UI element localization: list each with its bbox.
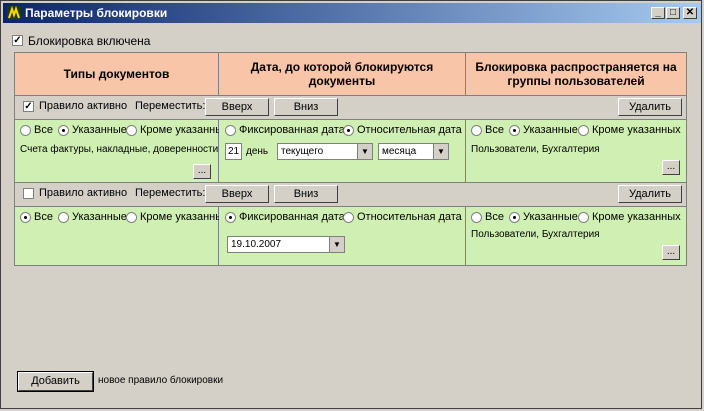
- rule-1-group-specified-label: Указанные: [523, 124, 578, 136]
- rule-2-group-specified-radio[interactable]: [509, 212, 520, 223]
- rule-2-groups-ellipsis-button[interactable]: ...: [662, 245, 680, 260]
- rule-2-down-button[interactable]: Вниз: [274, 185, 338, 203]
- rule-2-group-specified-label: Указанные: [523, 211, 578, 223]
- rule-1-period-select[interactable]: текущего ▼: [277, 143, 373, 160]
- title-bar: Параметры блокировки _ □ ✕: [3, 3, 701, 23]
- rule-2-toolbar: Правило активно Переместить: Вверх Вниз …: [15, 182, 686, 206]
- rule-2-fixed-date-radio[interactable]: [225, 212, 236, 223]
- rule-2-doc-all-radio[interactable]: [20, 212, 31, 223]
- rule-2-move-label: Переместить:: [135, 187, 206, 199]
- rule-2-doc-specified-radio[interactable]: [58, 212, 69, 223]
- rule-2-group-except-label: Кроме указанных: [592, 211, 681, 223]
- rule-2-active-label: Правило активно: [39, 187, 128, 199]
- rule-1-doc-specified-label: Указанные: [72, 124, 127, 136]
- rule-1-date-cell: Фиксированная дата Относительная дата 21…: [219, 119, 466, 182]
- blocking-enabled-checkbox[interactable]: ✓: [12, 35, 23, 46]
- chevron-down-icon: ▼: [357, 144, 372, 159]
- rule-1-group-specified-radio[interactable]: [509, 125, 520, 136]
- rule-1-day-label: день: [246, 146, 269, 157]
- rule-1-doc-types-text: Счета фактуры, накладные, доверенности.: [20, 144, 221, 155]
- rule-1-groups-ellipsis-button[interactable]: ...: [662, 160, 680, 175]
- rule-2-relative-date-label: Относительная дата: [357, 211, 462, 223]
- minimize-button[interactable]: _: [651, 7, 665, 19]
- chevron-down-icon: ▼: [433, 144, 448, 159]
- rule-2-groups-cell: Все Указанные Кроме указанных Пользовате…: [466, 206, 686, 265]
- rule-1-doc-types-ellipsis-button[interactable]: ...: [193, 164, 211, 179]
- rule-1-down-button[interactable]: Вниз: [274, 98, 338, 116]
- rule-1-groups-cell: Все Указанные Кроме указанных Пользовате…: [466, 119, 686, 182]
- rule-1-move-label: Переместить:: [135, 100, 206, 112]
- rule-1-fixed-date-label: Фиксированная дата: [239, 124, 345, 136]
- rule-1-unit-value: месяца: [382, 146, 417, 157]
- rule-2-group-all-radio[interactable]: [471, 212, 482, 223]
- rule-1-doc-types-cell: Все Указанные Кроме указанных Счета факт…: [15, 119, 229, 182]
- rule-1-doc-all-radio[interactable]: [20, 125, 31, 136]
- rule-2-fixed-date-label: Фиксированная дата: [239, 211, 345, 223]
- rule-1-relative-date-radio[interactable]: [343, 125, 354, 136]
- rule-2-delete-button[interactable]: Удалить: [618, 185, 682, 203]
- rule-1-active-label: Правило активно: [39, 100, 128, 112]
- rule-2-groups-text: Пользователи, Бухгалтерия: [471, 229, 600, 240]
- rule-1-doc-all-label: Все: [34, 124, 53, 136]
- rule-1-group-except-label: Кроме указанных: [592, 124, 681, 136]
- rule-2-doc-specified-label: Указанные: [72, 211, 127, 223]
- rule-1-doc-except-label: Кроме указанных: [140, 124, 229, 136]
- dialog-window: Параметры блокировки _ □ ✕ ✓ Блокировка …: [0, 0, 702, 409]
- rule-1-up-button[interactable]: Вверх: [205, 98, 269, 116]
- rule-2-date-value: 19.10.2007: [231, 239, 282, 250]
- rule-2-group-except-radio[interactable]: [578, 212, 589, 223]
- rule-2-group-all-label: Все: [485, 211, 504, 223]
- rule-1-period-value: текущего: [281, 146, 324, 157]
- maximize-button[interactable]: □: [666, 7, 680, 19]
- rule-2-date-cell: Фиксированная дата Относительная дата 19…: [219, 206, 466, 265]
- rule-1-relative-date-label: Относительная дата: [357, 124, 462, 136]
- rule-1-doc-specified-radio[interactable]: [58, 125, 69, 136]
- rule-2-active-checkbox[interactable]: [23, 188, 34, 199]
- close-button[interactable]: ✕: [683, 7, 697, 19]
- rule-1-groups-text: Пользователи, Бухгалтерия: [471, 144, 600, 155]
- rule-1-toolbar: ✓ Правило активно Переместить: Вверх Вни…: [15, 95, 686, 119]
- rule-1-group-except-radio[interactable]: [578, 125, 589, 136]
- rule-2-doc-except-label: Кроме указанных: [140, 211, 229, 223]
- chevron-down-icon: ▼: [329, 237, 344, 252]
- header-doc-types: Типы документов: [15, 53, 219, 95]
- rule-1-delete-button[interactable]: Удалить: [618, 98, 682, 116]
- rule-2-date-picker[interactable]: 19.10.2007 ▼: [227, 236, 345, 253]
- rule-1-doc-except-radio[interactable]: [126, 125, 137, 136]
- rule-1-fixed-date-radio[interactable]: [225, 125, 236, 136]
- rule-2-doc-types-cell: Все Указанные Кроме указанных: [15, 206, 229, 265]
- rule-1-group-all-radio[interactable]: [471, 125, 482, 136]
- add-rule-button[interactable]: Добавить: [17, 371, 94, 392]
- rule-2-doc-all-label: Все: [34, 211, 53, 223]
- header-date: Дата, до которой блокируются документы: [219, 53, 466, 95]
- rule-2-up-button[interactable]: Вверх: [205, 185, 269, 203]
- header-groups: Блокировка распространяется на группы по…: [466, 53, 686, 95]
- rule-1-unit-select[interactable]: месяца ▼: [378, 143, 449, 160]
- app-icon: [7, 6, 21, 20]
- rule-2-relative-date-radio[interactable]: [343, 212, 354, 223]
- window-title: Параметры блокировки: [25, 6, 168, 20]
- blocking-enabled-label: Блокировка включена: [28, 34, 151, 48]
- rule-1-group-all-label: Все: [485, 124, 504, 136]
- rule-1-day-input[interactable]: 21: [225, 143, 242, 160]
- rule-1-active-checkbox[interactable]: ✓: [23, 101, 34, 112]
- add-rule-hint: новое правило блокировки: [98, 375, 224, 386]
- rule-2-doc-except-radio[interactable]: [126, 212, 137, 223]
- rules-grid: Типы документов Дата, до которой блокиру…: [14, 52, 687, 266]
